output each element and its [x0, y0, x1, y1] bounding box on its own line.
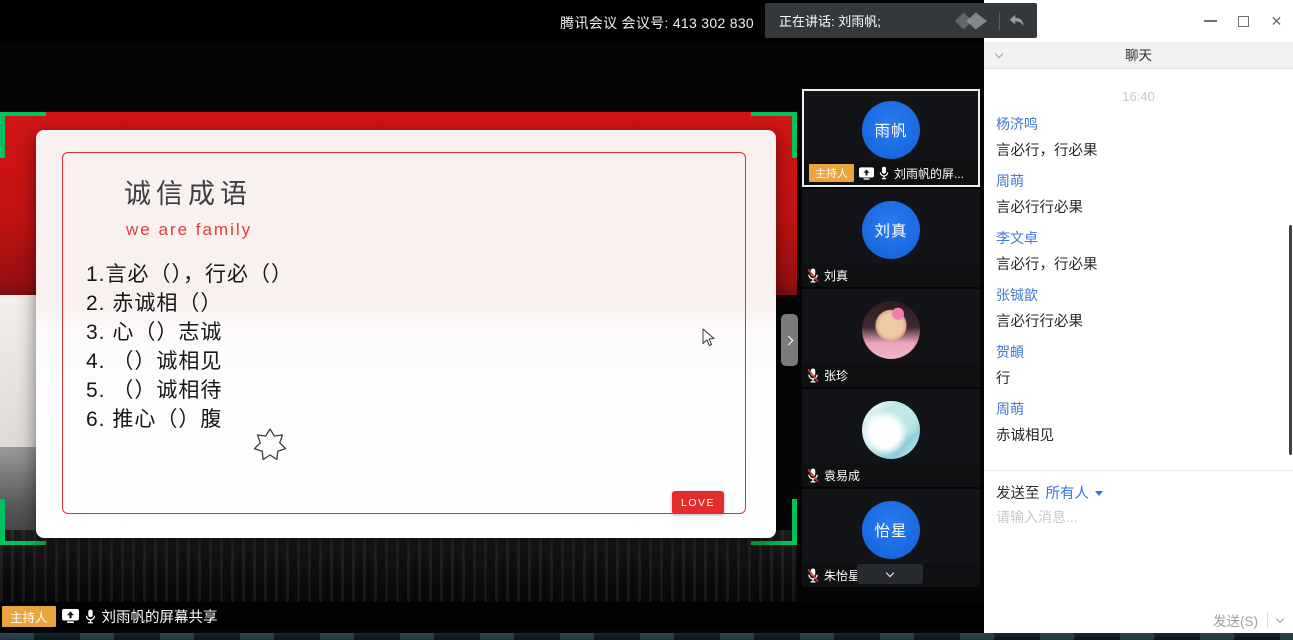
chat-message: 周萌 赤诚相见	[984, 402, 1293, 444]
message-text: 言必行行必果	[996, 315, 1293, 330]
share-banner: 主持人 刘雨帆的屏幕共享	[0, 602, 984, 630]
slide-list-item: 2. 赤诚相（）	[86, 289, 293, 318]
message-sender: 贺頔	[996, 345, 1293, 360]
screen-share-icon	[859, 167, 874, 180]
background-light-strip	[0, 295, 36, 447]
chevron-down-icon	[886, 568, 894, 576]
participant-name: 袁易成	[824, 467, 860, 484]
bottom-strip	[0, 633, 1293, 640]
chat-message: 张铖歆 言必行行必果	[984, 288, 1293, 330]
slide-list-item: 5. （）诚相待	[86, 376, 293, 405]
avatar	[862, 401, 920, 459]
avatar	[862, 301, 920, 359]
divider	[1267, 612, 1268, 628]
chat-scrollbar[interactable]	[1289, 225, 1292, 455]
mic-muted-icon	[807, 268, 819, 283]
participant-name: 刘雨帆的屏...	[894, 165, 964, 182]
speaking-banner[interactable]: 正在讲话: 刘雨帆;	[765, 3, 1037, 38]
maximize-button[interactable]	[1227, 0, 1260, 42]
participant-tile[interactable]: 袁易成	[802, 389, 980, 487]
send-row: 发送(S)	[1213, 610, 1283, 630]
screen-share-icon	[62, 609, 79, 623]
participant-name: 朱怡星	[824, 567, 860, 584]
participant-name: 张珍	[824, 367, 848, 384]
participant-name: 刘真	[824, 267, 848, 284]
participant-tile[interactable]: 雨帆 主持人 刘雨帆的屏...	[802, 89, 980, 187]
divider	[999, 12, 1000, 30]
mic-muted-icon	[807, 468, 819, 483]
tencent-meeting-logo-icon	[952, 9, 990, 33]
dropdown-caret-icon	[1095, 491, 1103, 496]
speaking-label: 正在讲话: 刘雨帆;	[779, 11, 952, 30]
send-button[interactable]: 发送(S)	[1213, 610, 1258, 630]
reply-arrow-icon[interactable]	[1009, 14, 1025, 28]
message-sender: 李文卓	[996, 231, 1293, 246]
slide-subtitle: we are family	[126, 220, 252, 240]
participant-name-bar: 张珍	[802, 363, 980, 387]
slide-list-item: 1.言必（），行必（）	[86, 260, 293, 289]
slide-list: 1.言必（），行必（） 2. 赤诚相（） 3. 心（）志诚 4. （）诚相见 5…	[86, 260, 293, 434]
host-badge: 主持人	[809, 164, 854, 182]
message-sender: 张铖歆	[996, 288, 1293, 303]
send-options-chevron-icon[interactable]	[1276, 614, 1284, 622]
meeting-window: 腾讯会议 会议号: 413 302 830 正在讲话: 刘雨帆; ✕ 诚信成语 …	[0, 0, 1293, 640]
avatar: 刘真	[862, 201, 920, 259]
minimize-button[interactable]	[1194, 0, 1227, 42]
close-button[interactable]: ✕	[1260, 0, 1293, 42]
chat-message: 贺頔 行	[984, 345, 1293, 387]
chat-message: 杨济鸣 言必行，行必果	[984, 117, 1293, 159]
message-sender: 杨济鸣	[996, 117, 1293, 132]
host-badge: 主持人	[2, 606, 56, 627]
participant-tile[interactable]: 张珍	[802, 289, 980, 387]
message-input[interactable]	[996, 507, 1276, 592]
chat-compose-area: 发送至 所有人 发送(S)	[984, 471, 1293, 640]
message-text: 言必行行必果	[996, 201, 1293, 216]
participant-name-bar: 袁易成	[802, 463, 980, 487]
chat-timestamp: 16:40	[984, 89, 1293, 104]
share-banner-name: 刘雨帆的屏幕共享	[102, 606, 218, 627]
mic-muted-icon	[807, 568, 819, 583]
chat-title: 聊天	[984, 42, 1293, 69]
meeting-id-label: 腾讯会议 会议号: 413 302 830	[560, 13, 754, 33]
mic-muted-icon	[807, 368, 819, 383]
shared-slide: 诚信成语 we are family 1.言必（），行必（） 2. 赤诚相（） …	[36, 130, 776, 538]
send-to-label: 发送至	[996, 482, 1040, 503]
screen-share-area: 诚信成语 we are family 1.言必（），行必（） 2. 赤诚相（） …	[0, 42, 984, 640]
chevron-right-icon	[783, 335, 793, 345]
video-panel-expander-tab[interactable]	[781, 314, 798, 366]
love-button: LOVE	[672, 491, 724, 514]
message-sender: 周萌	[996, 174, 1293, 189]
participant-name-bar: 刘真	[802, 263, 980, 287]
message-sender: 周萌	[996, 402, 1293, 417]
chat-message: 周萌 言必行行必果	[984, 174, 1293, 216]
slide-list-item: 4. （）诚相见	[86, 347, 293, 376]
chat-panel: 聊天 16:40 杨济鸣 言必行，行必果 周萌 言必行行必果 李文卓 言必行，行…	[984, 42, 1293, 640]
send-to-value: 所有人	[1046, 482, 1090, 503]
star-shape	[254, 428, 287, 465]
slide-list-item: 3. 心（）志诚	[86, 318, 293, 347]
send-to-selector[interactable]: 发送至 所有人	[996, 482, 1103, 503]
participant-tile[interactable]: 刘真 刘真	[802, 189, 980, 287]
collapse-tiles-button[interactable]	[857, 564, 923, 584]
chat-messages: 16:40 杨济鸣 言必行，行必果 周萌 言必行行必果 李文卓 言必行，行必果 …	[984, 70, 1293, 470]
message-text: 言必行，行必果	[996, 258, 1293, 273]
mouse-cursor	[702, 328, 715, 347]
mic-icon	[85, 609, 96, 624]
message-text: 行	[996, 372, 1293, 387]
participant-name-bar: 主持人 刘雨帆的屏...	[804, 161, 978, 185]
avatar: 雨帆	[862, 101, 920, 159]
participant-tile[interactable]: 怡星 朱怡星	[802, 489, 980, 587]
city-skyline-photo	[0, 530, 797, 602]
mic-icon	[879, 166, 889, 180]
slide-title: 诚信成语	[124, 172, 252, 211]
chat-message: 李文卓 言必行，行必果	[984, 231, 1293, 273]
message-text: 言必行，行必果	[996, 144, 1293, 159]
chat-header: 聊天	[984, 42, 1293, 69]
message-text: 赤诚相见	[996, 429, 1293, 444]
avatar: 怡星	[862, 501, 920, 559]
